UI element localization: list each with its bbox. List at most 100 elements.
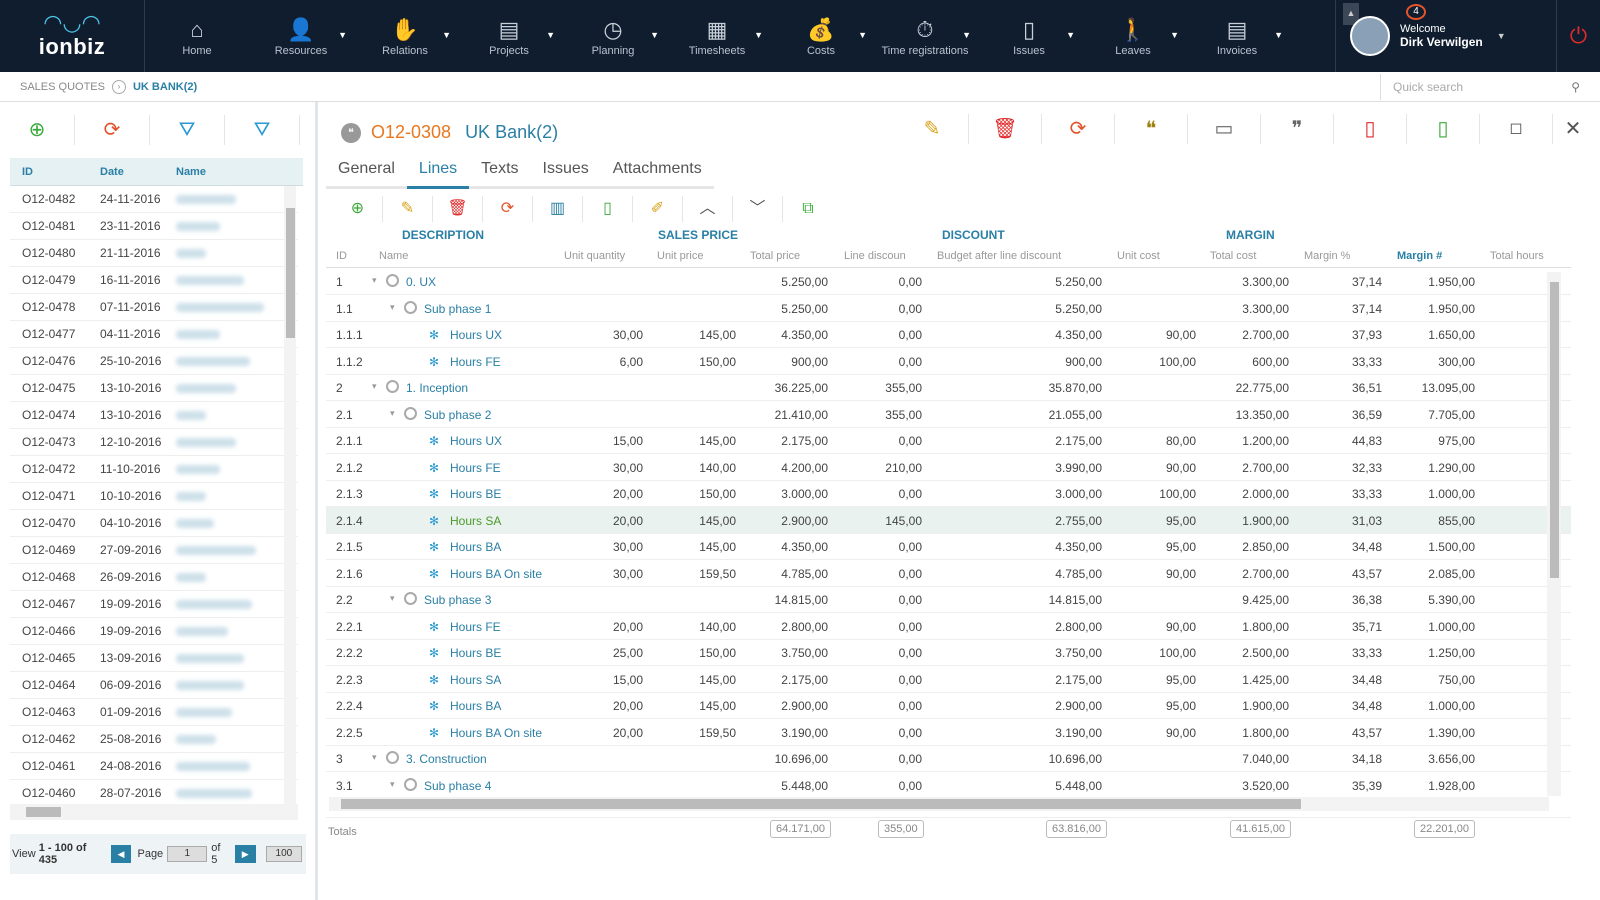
line-name[interactable]: Hours BE: [450, 646, 501, 660]
caret-down-icon[interactable]: ▼: [546, 30, 555, 40]
list-item[interactable]: O12-0475 13-10-2016: [10, 375, 298, 402]
caret-down-icon[interactable]: ▼: [650, 30, 659, 40]
col-id[interactable]: ID: [336, 250, 347, 262]
page-size-select[interactable]: 100: [265, 846, 302, 862]
col-unit-quantity[interactable]: Unit quantity: [564, 250, 625, 262]
table-row[interactable]: 2.1.6 ✻ Hours BA On site 30,00 159,50 4.785,0…: [326, 560, 1571, 587]
pdf-icon[interactable]: ▯: [1334, 114, 1407, 144]
col-id[interactable]: ID: [10, 166, 94, 178]
col-margin-num[interactable]: Margin #: [1397, 250, 1442, 262]
table-row[interactable]: 2.2.4 ✻ Hours BA 20,00 145,00 2.900,00 0,00 2.9…: [326, 692, 1571, 719]
list-item[interactable]: O12-0480 21-11-2016: [10, 240, 298, 267]
next-page-button[interactable]: ▶: [234, 845, 256, 863]
list-item[interactable]: O12-0470 04-10-2016: [10, 510, 298, 537]
nav-costs[interactable]: 💰 Costs ▼: [769, 0, 873, 72]
chevron-down-icon[interactable]: ▾: [372, 381, 377, 392]
tab-lines[interactable]: Lines: [406, 156, 470, 189]
list-item[interactable]: O12-0465 13-09-2016: [10, 645, 298, 672]
add-icon[interactable]: ⊕: [0, 115, 75, 145]
col-total-hours[interactable]: Total hours: [1490, 250, 1544, 262]
nav-invoices[interactable]: ▤ Invoices ▼: [1185, 0, 1289, 72]
export-excel-icon[interactable]: ▯: [583, 196, 633, 222]
list-item[interactable]: O12-0472 11-10-2016: [10, 456, 298, 483]
copy-icon[interactable]: ⧉: [783, 196, 833, 222]
refresh-icon[interactable]: ⟳: [75, 115, 150, 145]
table-row[interactable]: 2.2.5 ✻ Hours BA On site 20,00 159,50 3.190,0…: [326, 719, 1571, 746]
table-row[interactable]: 2.2.1 ✻ Hours FE 20,00 140,00 2.800,00 0,00 2.8…: [326, 613, 1571, 640]
caret-down-icon[interactable]: ▼: [962, 30, 971, 40]
line-name[interactable]: Hours BA: [450, 540, 501, 554]
filter-clear-icon[interactable]: ⛛: [225, 115, 300, 145]
list-item[interactable]: O12-0476 25-10-2016: [10, 348, 298, 375]
list-item[interactable]: O12-0461 24-08-2016: [10, 753, 298, 780]
delete-icon[interactable]: 🗑: [969, 114, 1042, 144]
chevron-down-icon[interactable]: ▾: [390, 779, 395, 790]
line-name[interactable]: Sub phase 2: [424, 408, 491, 422]
edit-icon[interactable]: ✎: [896, 114, 969, 144]
list-item[interactable]: O12-0468 26-09-2016: [10, 564, 298, 591]
table-row[interactable]: 2.1.5 ✻ Hours BA 30,00 145,00 4.350,00 0,00 4.3…: [326, 533, 1571, 560]
edit-line-icon[interactable]: ✎: [383, 196, 433, 222]
table-row[interactable]: 2.1.1 ✻ Hours UX 15,00 145,00 2.175,00 0,00 2.1…: [326, 427, 1571, 454]
nav-issues[interactable]: ▯ Issues ▼: [977, 0, 1081, 72]
nav-home[interactable]: ⌂ Home: [145, 0, 249, 72]
move-up-icon[interactable]: ︿: [683, 196, 733, 222]
col-date[interactable]: Date: [94, 166, 176, 178]
list-item[interactable]: O12-0466 19-09-2016: [10, 618, 298, 645]
caret-down-icon[interactable]: ▼: [442, 30, 451, 40]
line-name[interactable]: Hours BA On site: [450, 726, 542, 740]
chevron-down-icon[interactable]: ▼: [1497, 31, 1506, 41]
table-row[interactable]: 3 ▾ 3. Construction 10.696,00 0,00 10.696,00 7…: [326, 745, 1571, 772]
list-item[interactable]: O12-0481 23-11-2016: [10, 213, 298, 240]
highlight-icon[interactable]: ✐: [633, 196, 683, 222]
list-item[interactable]: O12-0478 07-11-2016: [10, 294, 298, 321]
line-name[interactable]: Hours FE: [450, 461, 501, 475]
breadcrumb-root[interactable]: SALES QUOTES: [20, 81, 105, 93]
line-name[interactable]: Hours BA On site: [450, 567, 542, 581]
table-row[interactable]: 2 ▾ 1. Inception 36.225,00 355,00 35.870,00 22…: [326, 374, 1571, 401]
refresh-lines-icon[interactable]: ⟳: [483, 196, 533, 222]
caret-down-icon[interactable]: ▼: [1066, 30, 1075, 40]
list-item[interactable]: O12-0471 10-10-2016: [10, 483, 298, 510]
list-horizontal-scrollbar[interactable]: [10, 804, 298, 820]
line-name[interactable]: Sub phase 3: [424, 593, 491, 607]
table-row[interactable]: 1.1 ▾ Sub phase 1 5.250,00 0,00 5.250,00 3.300…: [326, 295, 1571, 322]
notification-badge[interactable]: 4: [1406, 4, 1426, 20]
chevron-down-icon[interactable]: ▾: [372, 275, 377, 286]
tab-general[interactable]: General: [326, 156, 407, 189]
list-item[interactable]: O12-0469 27-09-2016: [10, 537, 298, 564]
list-scrollbar[interactable]: [284, 186, 296, 804]
table-row[interactable]: 2.2 ▾ Sub phase 3 14.815,00 0,00 14.815,00 9.4…: [326, 586, 1571, 613]
search-icon[interactable]: ⚲: [1571, 80, 1580, 94]
col-name[interactable]: Name: [379, 250, 408, 262]
list-item[interactable]: O12-0463 01-09-2016: [10, 699, 298, 726]
nav-projects[interactable]: ▤ Projects ▼: [457, 0, 561, 72]
maximize-icon[interactable]: ◻: [1480, 114, 1553, 144]
chat-icon[interactable]: ❞: [1261, 114, 1334, 144]
tab-texts[interactable]: Texts: [469, 156, 531, 189]
col-budget[interactable]: Budget after line discount: [937, 250, 1061, 262]
chevron-down-icon[interactable]: ▾: [390, 408, 395, 419]
col-unit-price[interactable]: Unit price: [657, 250, 703, 262]
caret-down-icon[interactable]: ▼: [1274, 30, 1283, 40]
line-name[interactable]: Hours FE: [450, 355, 501, 369]
delete-line-icon[interactable]: 🗑: [433, 196, 483, 222]
grid-vertical-scrollbar[interactable]: [1547, 272, 1561, 796]
list-item[interactable]: O12-0482 24-11-2016: [10, 186, 298, 213]
add-line-icon[interactable]: ⊕: [333, 196, 383, 222]
table-row[interactable]: 1 ▾ 0. UX 5.250,00 0,00 5.250,00 3.300,00 37,14…: [326, 268, 1571, 295]
column-chooser-icon[interactable]: ▥: [533, 196, 583, 222]
prev-page-button[interactable]: ◀: [110, 845, 132, 863]
col-total-cost[interactable]: Total cost: [1210, 250, 1256, 262]
list-item[interactable]: O12-0467 19-09-2016: [10, 591, 298, 618]
table-row[interactable]: 2.1.4 ✻ Hours SA 20,00 145,00 2.900,00 145,00 2…: [326, 506, 1571, 534]
col-unit-cost[interactable]: Unit cost: [1117, 250, 1160, 262]
table-row[interactable]: 2.1 ▾ Sub phase 2 21.410,00 355,00 21.055,00 1…: [326, 401, 1571, 428]
page-input[interactable]: 1: [167, 846, 208, 862]
comment-icon[interactable]: ❝: [1115, 114, 1188, 144]
line-name[interactable]: Hours SA: [450, 514, 501, 528]
refresh-icon[interactable]: ⟳: [1042, 114, 1115, 144]
line-name[interactable]: Hours UX: [450, 328, 502, 342]
col-line-discount[interactable]: Line discoun: [844, 250, 906, 262]
list-item[interactable]: O12-0473 12-10-2016: [10, 429, 298, 456]
